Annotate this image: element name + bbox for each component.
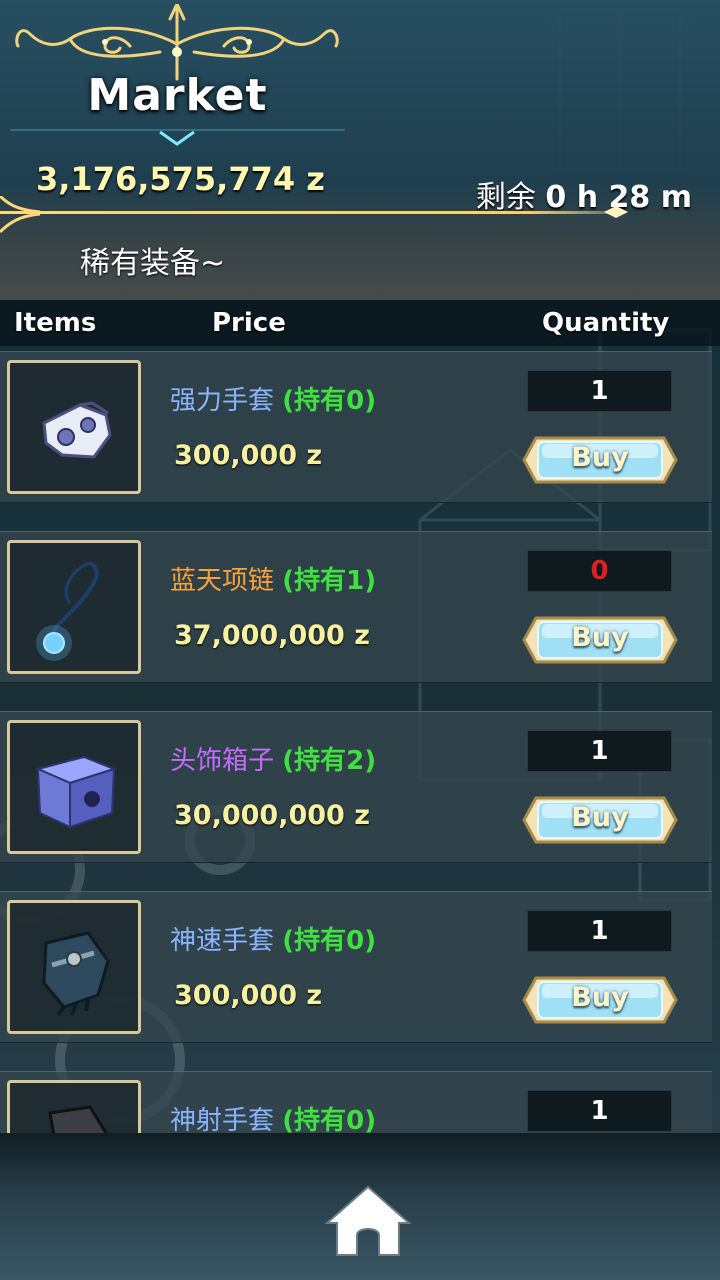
list-item: 蓝天项链 (持有1) 37,000,000 z 0 Buy [0, 531, 712, 683]
item-price: 37,000,000 z [174, 620, 370, 651]
buy-label: Buy [571, 442, 629, 473]
item-price: 300,000 z [174, 440, 323, 471]
buy-button[interactable]: Buy [518, 962, 682, 1038]
buy-label: Buy [571, 982, 629, 1013]
owned-count: (持有0) [282, 1106, 377, 1133]
buy-button[interactable]: Buy [518, 422, 682, 498]
item-name-row: 神速手套 (持有0) [170, 920, 376, 957]
item-name: 头饰箱子 [170, 746, 275, 776]
column-quantity: Quantity [542, 308, 670, 338]
page-title: Market [87, 70, 268, 121]
glove-dark-icon [48, 1105, 108, 1133]
owned-count: (持有0) [282, 926, 377, 956]
buy-button[interactable]: Buy [518, 782, 682, 858]
item-slot[interactable] [7, 360, 141, 494]
owned-count: (持有1) [282, 566, 377, 596]
column-price: Price [212, 308, 286, 338]
item-slot[interactable] [7, 720, 141, 854]
buy-button[interactable]: Buy [518, 602, 682, 678]
item-price: 300,000 z [174, 980, 323, 1011]
list-item: 头饰箱子 (持有2) 30,000,000 z 1 Buy [0, 711, 712, 863]
item-name-row: 强力手套 (持有0) [170, 380, 376, 417]
item-name-row: 头饰箱子 (持有2) [170, 740, 376, 777]
shop-category: 稀有装备~ [80, 246, 226, 281]
column-items: Items [14, 308, 97, 338]
buy-label: Buy [571, 802, 629, 833]
item-slot[interactable] [7, 900, 141, 1034]
quantity-field[interactable]: 1 [527, 910, 672, 952]
column-headers: Items Price Quantity [0, 300, 720, 346]
item-name: 神速手套 [170, 926, 275, 956]
item-name: 蓝天项链 [170, 566, 275, 596]
list-item: 神速手套 (持有0) 300,000 z 1 Buy [0, 891, 712, 1043]
list-item: 强力手套 (持有0) 300,000 z 1 Buy [0, 351, 712, 503]
home-icon[interactable] [323, 1183, 413, 1259]
glove-icon [42, 931, 110, 1017]
market-header: Market 3,176,575,774 z 剩余 0 h 28 m 稀有装备~ [0, 0, 720, 300]
item-name-row: 神射手套 (持有0) [170, 1100, 376, 1133]
item-slot[interactable] [7, 1080, 141, 1133]
quantity-field[interactable]: 1 [527, 1090, 672, 1132]
list-item: 神射手套 (持有0) 1 [0, 1071, 712, 1133]
gauntlet-icon [42, 401, 112, 459]
item-list[interactable]: 强力手套 (持有0) 300,000 z 1 Buy 蓝天项链 (持有1) 37… [0, 348, 720, 1133]
necklace-icon [36, 561, 99, 661]
box-icon [34, 755, 117, 829]
quantity-field[interactable]: 1 [527, 370, 672, 412]
currency-balance: 3,176,575,774 z [36, 160, 325, 198]
item-name: 强力手套 [170, 386, 275, 416]
item-name: 神射手套 [170, 1106, 275, 1133]
quantity-field[interactable]: 0 [527, 550, 672, 592]
owned-count: (持有2) [282, 746, 377, 776]
item-price: 30,000,000 z [174, 800, 370, 831]
quantity-field[interactable]: 1 [527, 730, 672, 772]
item-name-row: 蓝天项链 (持有1) [170, 560, 376, 597]
item-slot[interactable] [7, 540, 141, 674]
buy-label: Buy [571, 622, 629, 653]
gold-divider [0, 196, 628, 234]
owned-count: (持有0) [282, 386, 377, 416]
